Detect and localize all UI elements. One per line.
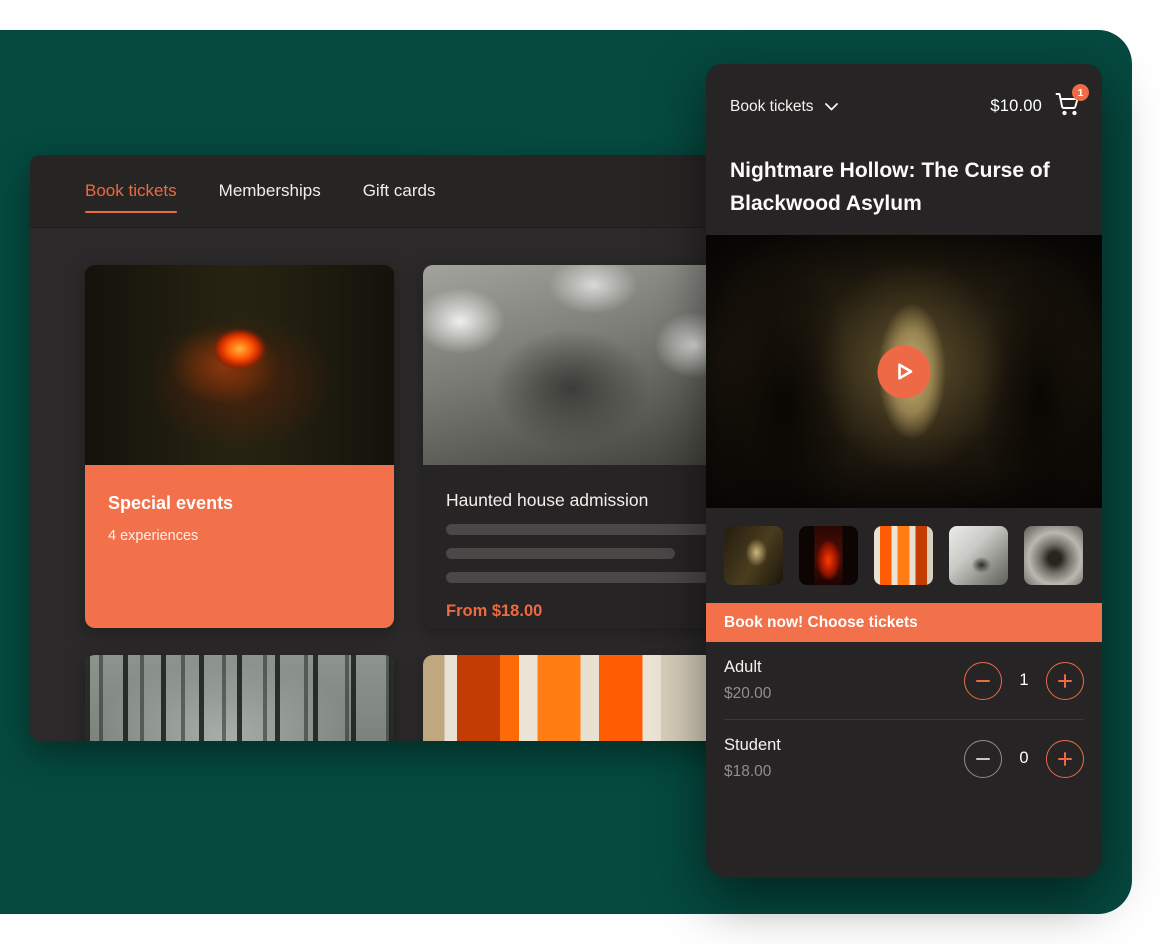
- card-price: From $18.00: [446, 602, 709, 621]
- gallery-thumbnail[interactable]: [874, 526, 933, 585]
- event-video-hero: [706, 235, 1102, 508]
- book-now-banner: Book now! Choose tickets: [706, 603, 1102, 642]
- text-placeholder-line: [446, 548, 675, 559]
- cart-total: $10.00: [990, 97, 1042, 116]
- haunted-house-body: Haunted house admission From $18.00: [423, 465, 732, 628]
- increase-button[interactable]: [1046, 662, 1084, 700]
- text-placeholder-line: [446, 524, 709, 535]
- ticket-type: Adult: [724, 658, 771, 677]
- storefront-tabbar: Book tickets Memberships Gift cards: [30, 155, 746, 228]
- haunted-house-card[interactable]: Haunted house admission From $18.00: [423, 265, 732, 628]
- book-tickets-dropdown[interactable]: Book tickets: [730, 98, 838, 116]
- booking-panel: Book tickets $10.00 1 Nightmare Hollow: …: [706, 64, 1102, 878]
- gallery-thumbnail[interactable]: [949, 526, 1008, 585]
- gallery-thumbnail[interactable]: [724, 526, 783, 585]
- ticket-quantity: 1: [1015, 671, 1033, 690]
- decrease-button[interactable]: [964, 662, 1002, 700]
- ticket-row-student: Student $18.00 0: [724, 719, 1084, 797]
- tab-gift-cards[interactable]: Gift cards: [363, 155, 436, 227]
- dropdown-label: Book tickets: [730, 98, 814, 116]
- burning-windows-card[interactable]: [423, 655, 732, 741]
- gallery-thumbnail[interactable]: [799, 526, 858, 585]
- ticket-price: $18.00: [724, 763, 781, 781]
- cart-count-badge: 1: [1072, 84, 1089, 101]
- event-card-grid: Special events 4 experiences Haunted hou…: [30, 228, 746, 741]
- ticket-price: $20.00: [724, 685, 771, 703]
- minus-icon: [976, 680, 990, 682]
- card-subtitle: 4 experiences: [108, 528, 371, 544]
- text-placeholder-line: [446, 572, 709, 583]
- play-video-button[interactable]: [878, 345, 931, 398]
- cart-summary: $10.00 1: [990, 92, 1080, 121]
- minus-icon: [976, 758, 990, 760]
- quantity-stepper: 1: [964, 662, 1084, 700]
- ticket-type: Student: [724, 736, 781, 755]
- tab-book-tickets[interactable]: Book tickets: [85, 155, 177, 227]
- ticket-quantity: 0: [1015, 749, 1033, 768]
- card-title: Haunted house admission: [446, 490, 709, 511]
- forest-image: [85, 655, 394, 741]
- pumpkin-figure-image: [85, 265, 394, 465]
- ticket-row-adult: Adult $20.00 1: [724, 642, 1084, 719]
- tab-memberships[interactable]: Memberships: [219, 155, 321, 227]
- gallery-thumbnails: [706, 508, 1102, 603]
- cart-button[interactable]: 1: [1055, 92, 1080, 121]
- play-icon: [893, 360, 915, 384]
- forest-card[interactable]: [85, 655, 394, 741]
- decrease-button[interactable]: [964, 740, 1002, 778]
- plus-icon: [1058, 674, 1072, 688]
- quantity-stepper: 0: [964, 740, 1084, 778]
- ticket-info: Adult $20.00: [724, 658, 771, 703]
- gallery-thumbnail[interactable]: [1024, 526, 1083, 585]
- staircase-image: [423, 265, 732, 465]
- event-title: Nightmare Hollow: The Curse of Blackwood…: [730, 154, 1060, 220]
- page-background: Book tickets Memberships Gift cards Spec…: [0, 0, 1166, 944]
- booking-header: Book tickets $10.00 1: [706, 64, 1102, 121]
- ticket-info: Student $18.00: [724, 736, 781, 781]
- special-events-body: Special events 4 experiences: [85, 465, 394, 628]
- storefront-panel: Book tickets Memberships Gift cards Spec…: [30, 155, 746, 741]
- chevron-down-icon: [825, 103, 838, 111]
- increase-button[interactable]: [1046, 740, 1084, 778]
- plus-icon: [1058, 752, 1072, 766]
- burning-windows-image: [423, 655, 732, 741]
- special-events-card[interactable]: Special events 4 experiences: [85, 265, 394, 628]
- card-title: Special events: [108, 493, 371, 514]
